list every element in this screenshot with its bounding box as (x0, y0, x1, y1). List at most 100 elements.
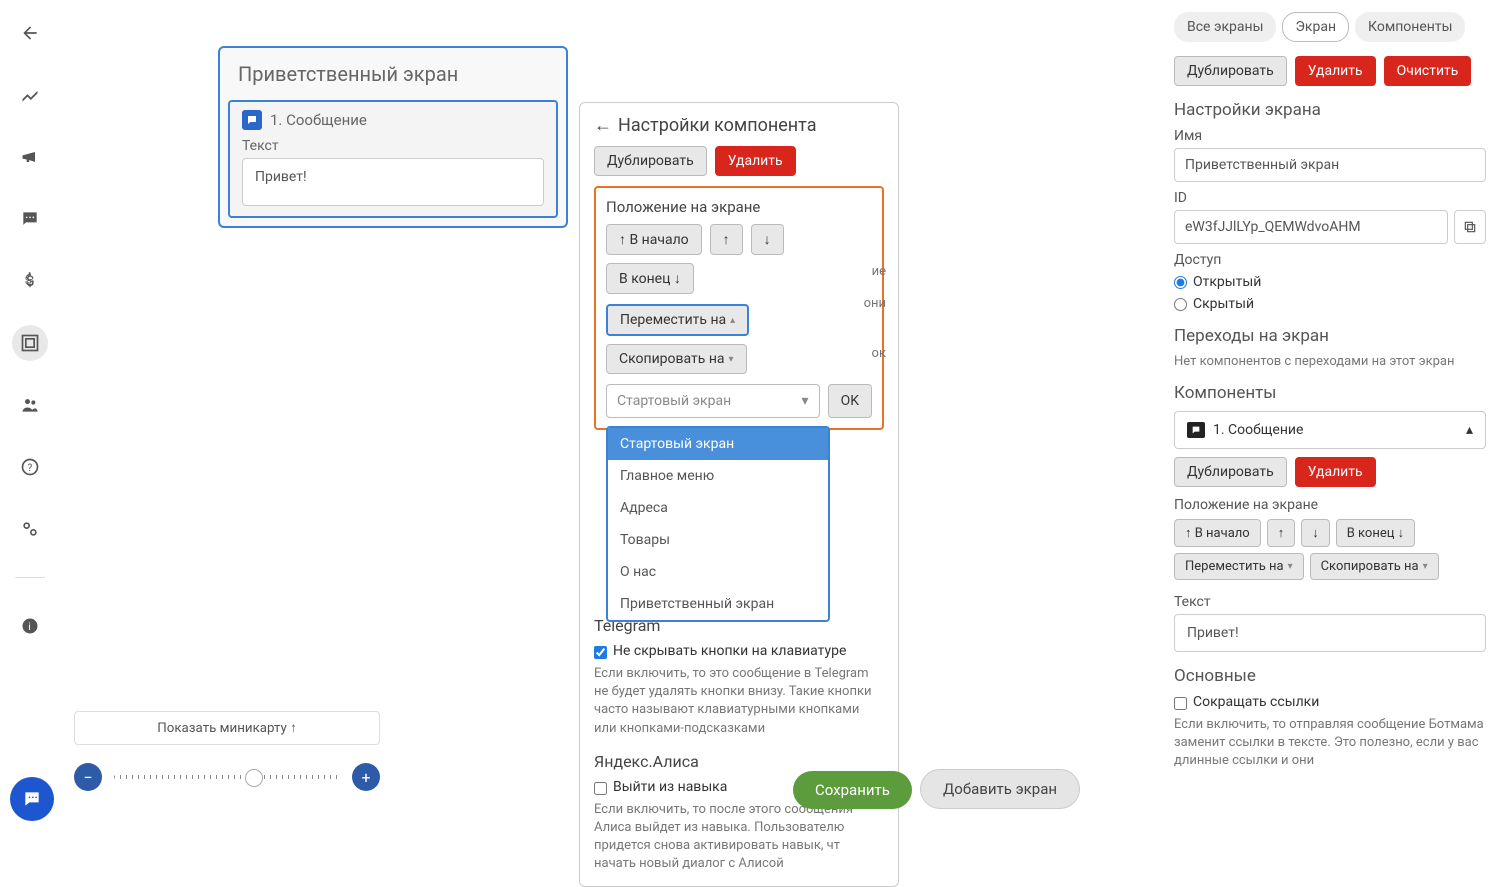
component-list-item[interactable]: 1. Сообщение ▴ (1174, 411, 1486, 449)
delete-button[interactable]: Удалить (715, 146, 796, 176)
back-arrow-icon[interactable]: ← (594, 115, 612, 136)
message-icon (242, 110, 262, 130)
up-button[interactable]: ↑ (710, 224, 743, 255)
tab-screen[interactable]: Экран (1282, 12, 1349, 42)
chevron-down-icon: ▾ (802, 393, 809, 409)
add-screen-button[interactable]: Добавить экран (920, 769, 1080, 809)
obscured-text: ие (872, 263, 886, 281)
dropdown-item[interactable]: Стартовый экран (608, 428, 828, 460)
dropdown-item[interactable]: О нас (608, 556, 828, 588)
nav-chat[interactable] (12, 201, 48, 237)
rp-settings-title: Настройки экрана (1174, 100, 1486, 120)
tabs: Все экраны Экран Компоненты (1174, 12, 1486, 42)
bottom-controls: Показать миникарту ↑ − + (74, 711, 380, 791)
rp-duplicate2-button[interactable]: Дублировать (1174, 457, 1287, 487)
shorten-links-label: Сокращать ссылки (1193, 694, 1319, 710)
down-button[interactable]: ↓ (751, 224, 784, 255)
ya-cb-label: Выйти из навыка (613, 779, 727, 795)
move-to-button[interactable]: Переместить на (606, 304, 749, 336)
component-settings-panel: ← Настройки компонента Дублировать Удали… (579, 102, 899, 887)
id-label: ID (1174, 190, 1486, 206)
csettings-title: ← Настройки компонента (594, 115, 884, 136)
nav-megaphone[interactable] (12, 139, 48, 175)
text-label: Текст (242, 138, 544, 154)
save-button[interactable]: Сохранить (793, 771, 912, 809)
tg-checkbox[interactable] (594, 646, 607, 659)
rp-text-label: Текст (1174, 594, 1486, 610)
rp-move-to-button[interactable]: Переместить на (1174, 553, 1304, 580)
canvas: Приветственный экран 1. Сообщение Текст … (60, 0, 1160, 851)
ok-button[interactable]: OK (828, 384, 872, 418)
component-item-label: 1. Сообщение (1213, 422, 1303, 438)
nav-settings[interactable] (12, 511, 48, 547)
copy-to-button[interactable]: Скопировать на (606, 344, 747, 374)
screen-card-title: Приветственный экран (220, 48, 566, 100)
tg-cb-label: Не скрывать кнопки на клавиатуре (613, 643, 846, 659)
text-value[interactable]: Привет! (242, 158, 544, 206)
nav-help[interactable]: ? (12, 449, 48, 485)
name-label: Имя (1174, 128, 1486, 144)
svg-text:?: ? (28, 463, 33, 474)
shorten-links-checkbox[interactable] (1174, 697, 1187, 710)
nav-info[interactable]: i (12, 608, 48, 644)
zoom-in-button[interactable]: + (352, 763, 380, 791)
obscured-text: ок (872, 345, 886, 363)
dropdown-item[interactable]: Главное меню (608, 460, 828, 492)
chat-fab[interactable] (10, 777, 54, 821)
rp-delete-button[interactable]: Удалить (1295, 56, 1376, 86)
zoom-slider[interactable] (114, 775, 340, 779)
nav-chart[interactable] (12, 77, 48, 113)
nav-back[interactable] (12, 15, 48, 51)
rp-clear-button[interactable]: Очистить (1384, 56, 1472, 86)
rp-to-start-button[interactable]: ↑ В начало (1174, 519, 1261, 547)
svg-text:i: i (28, 622, 30, 633)
component-block[interactable]: 1. Сообщение Текст Привет! (228, 100, 558, 218)
ya-checkbox[interactable] (594, 782, 607, 795)
duplicate-button[interactable]: Дублировать (594, 146, 707, 176)
message-icon (1187, 422, 1205, 438)
nav-dollar[interactable]: $ (12, 263, 48, 299)
nav-diagram[interactable] (12, 325, 48, 361)
position-box: Положение на экране ↑ В начало ↑ ↓ В кон… (594, 186, 884, 430)
copy-id-button[interactable] (1454, 210, 1486, 244)
rp-to-end-button[interactable]: В конец ↓ (1336, 519, 1415, 547)
nav-users[interactable] (12, 387, 48, 423)
dropdown-list: Стартовый экран Главное меню Адреса Това… (606, 426, 830, 622)
minimap-button[interactable]: Показать миникарту ↑ (74, 711, 380, 745)
access-open-radio[interactable]: Открытый (1174, 274, 1486, 290)
access-label: Доступ (1174, 252, 1486, 268)
rp-copy-to-button[interactable]: Скопировать на (1310, 553, 1439, 580)
dropdown-item[interactable]: Товары (608, 524, 828, 556)
tab-components[interactable]: Компоненты (1355, 12, 1465, 42)
component-header: 1. Сообщение (242, 110, 544, 130)
tab-all-screens[interactable]: Все экраны (1174, 12, 1276, 42)
rp-position-label: Положение на экране (1174, 497, 1486, 513)
components-title: Компоненты (1174, 383, 1486, 403)
tg-desc: Если включить, то это сообщение в Telegr… (594, 665, 884, 738)
right-panel: Все экраны Экран Компоненты Дублировать … (1160, 0, 1500, 851)
component-label: 1. Сообщение (270, 111, 367, 129)
rp-duplicate-button[interactable]: Дублировать (1174, 56, 1287, 86)
screen-select[interactable]: Стартовый экран ▾ (606, 384, 820, 418)
dropdown-item[interactable]: Адреса (608, 492, 828, 524)
dropdown-item[interactable]: Приветственный экран (608, 588, 828, 620)
shorten-desc: Если включить, то отправляя сообщение Бо… (1174, 716, 1486, 771)
rp-up-button[interactable]: ↑ (1267, 519, 1296, 547)
screen-card[interactable]: Приветственный экран 1. Сообщение Текст … (218, 46, 568, 228)
to-end-button[interactable]: В конец ↓ (606, 263, 694, 294)
alisa-title: Яндекс.Алиса (594, 752, 884, 771)
name-input[interactable] (1174, 148, 1486, 182)
obscured-text: они (864, 295, 886, 313)
access-hidden-radio[interactable]: Скрытый (1174, 296, 1486, 312)
main-title: Основные (1174, 666, 1486, 686)
ya-desc: Если включить, то после этого сообщения … (594, 801, 884, 874)
to-start-button[interactable]: ↑ В начало (606, 224, 702, 255)
transitions-title: Переходы на экран (1174, 326, 1486, 346)
position-title: Положение на экране (606, 198, 872, 216)
zoom-out-button[interactable]: − (74, 763, 102, 791)
id-input[interactable] (1174, 210, 1448, 244)
svg-text:$: $ (26, 272, 34, 290)
rp-down-button[interactable]: ↓ (1301, 519, 1330, 547)
rp-text-value[interactable]: Привет! (1174, 614, 1486, 652)
rp-delete2-button[interactable]: Удалить (1295, 457, 1376, 487)
